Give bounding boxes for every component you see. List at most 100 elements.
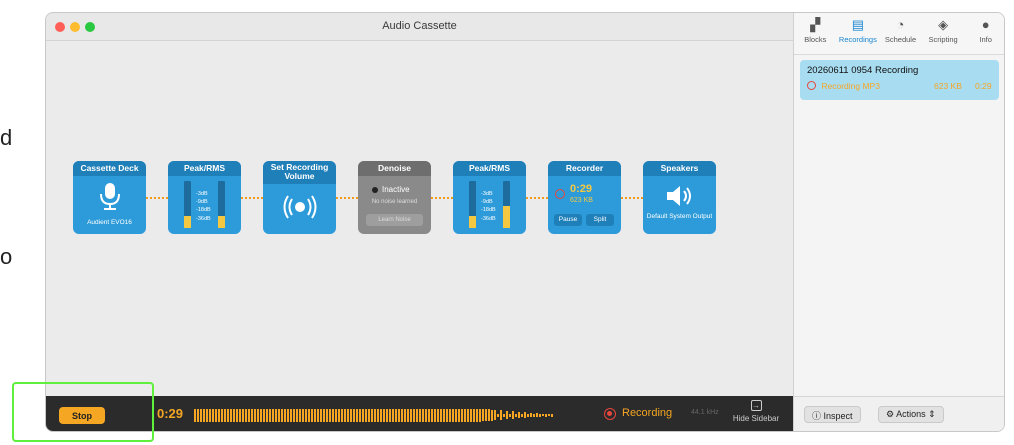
block-title: Speakers [643,161,716,176]
waveform-bar [323,408,325,422]
recorder-block[interactable]: Recorder 0:29 623 KB Pause Split [548,161,621,234]
waveform-bar [320,408,322,422]
sidebar-footer: ⓘ Inspect ⚙ Actions ⇕ [794,396,1004,431]
waveform-bar [362,408,364,422]
waveform-bar [245,408,247,422]
hide-sidebar-label: Hide Sidebar [732,414,780,423]
set-recording-volume-block[interactable]: Set Recording Volume [263,161,336,234]
window-title: Audio Cassette [382,20,457,32]
block-title: Set Recording Volume [263,161,336,184]
stop-button[interactable]: Stop [59,407,105,424]
waveform-bar [518,411,520,419]
waveform-bar [233,408,235,422]
waveform-bar [218,408,220,422]
waveform-bar [407,408,409,422]
waveform-bar [335,408,337,422]
waveform-bar [440,408,442,422]
cassette-deck-block[interactable]: Cassette Deck Audient EVO16 [73,161,146,234]
waveform-bar [266,408,268,422]
waveform-bar [539,413,541,417]
peak-rms-block[interactable]: Peak/RMS -3dB -9dB -18dB -36dB [453,161,526,234]
waveform-bar [299,408,301,422]
waveform-bar [404,408,406,422]
recordings-icon: ▤ [851,17,865,32]
waveform-bar [551,413,553,417]
microphone-icon [100,183,120,210]
block-title: Cassette Deck [73,161,146,176]
waveform-bar [530,412,532,418]
recording-duration: 0:29 [975,81,992,91]
waveform-bar [473,408,475,422]
waveform-bar [383,408,385,422]
tab-blocks[interactable]: ▞ Blocks [794,13,837,54]
tab-label: Scripting [928,35,958,44]
actions-menu[interactable]: ⚙ Actions ⇕ [878,406,944,423]
learn-noise-button[interactable]: Learn Noise [366,214,423,226]
waveform-bar [398,408,400,422]
block-title: Recorder [548,161,621,176]
waveform-bar [422,408,424,422]
recording-list-item[interactable]: 20260611 0954 Recording Recording MP3 62… [800,60,999,100]
recording-format: Recording MP3 [821,81,880,91]
speakers-block[interactable]: Speakers Default System Output [643,161,716,234]
waveform-bar [236,408,238,422]
waveform-bar [521,413,523,417]
tab-info[interactable]: ● Info [964,13,1004,54]
hide-sidebar-button[interactable]: → Hide Sidebar [726,400,786,423]
connector [241,197,263,199]
waveform-bar [281,408,283,422]
waveform-bar [479,408,481,422]
device-name: Audient EVO16 [87,219,132,226]
waveform-bar [452,408,454,422]
inspect-button[interactable]: ⓘ Inspect [804,406,861,423]
recorder-time: 0:29 [570,183,593,195]
waveform-bar [506,410,508,420]
pause-button[interactable]: Pause [554,214,582,226]
waveform-bar [317,408,319,422]
recording-indicator-icon [604,408,616,420]
waveform-bar [227,408,229,422]
app-window: Audio Cassette Cassette Deck Audient EVO… [45,12,1005,432]
waveform-bar [305,408,307,422]
waveform-bar [296,408,298,422]
tab-scripting[interactable]: ◈ Scripting [922,13,965,54]
waveform-bar [332,408,334,422]
title-bar: Audio Cassette [46,13,793,41]
output-name: Default System Output [646,213,713,220]
db-label: -9dB [196,199,208,205]
recording-status: Recording [622,407,673,419]
split-button[interactable]: Split [586,214,614,226]
tab-label: Recordings [838,35,877,44]
sidebar: ▞ Blocks ▤ Recordings ◔ Schedule ◈ Scripting… [793,13,1004,431]
clock-icon: ◔ [896,17,905,32]
db-label: -9dB [481,199,493,205]
tab-recordings[interactable]: ▤ Recordings [837,13,880,54]
waveform-bar [512,411,514,419]
waveform-bar [275,408,277,422]
denoise-block[interactable]: Denoise Inactive No noise learned Learn … [358,161,431,234]
waveform-bar [329,408,331,422]
waveform-bar [470,408,472,422]
connector [431,197,453,199]
waveform-bar [344,408,346,422]
transport-bar: Stop 0:29 Recording 44.1 kHz → Hide Side… [46,396,793,431]
waveform-bar [476,408,478,422]
waveform-bar [401,408,403,422]
inactive-indicator-icon [372,187,378,193]
record-icon [555,189,565,199]
peak-rms-block[interactable]: Peak/RMS -3dB -9dB -18dB -36dB [168,161,241,234]
waveform-bar [527,413,529,417]
waveform-bar [341,408,343,422]
waveform-bar [392,408,394,422]
tab-schedule[interactable]: ◔ Schedule [879,13,922,54]
waveform-bar [374,408,376,422]
inspect-label: Inspect [823,411,853,421]
waveform-bar [314,408,316,422]
waveform-bar [347,408,349,422]
waveform-bar [326,408,328,422]
waveform-bar [203,408,205,422]
sidebar-tabs: ▞ Blocks ▤ Recordings ◔ Schedule ◈ Scripting… [794,13,1004,55]
recorder-size: 623 KB [570,197,593,204]
waveform-bar [257,408,259,422]
diamond-icon: ◈ [938,17,949,32]
